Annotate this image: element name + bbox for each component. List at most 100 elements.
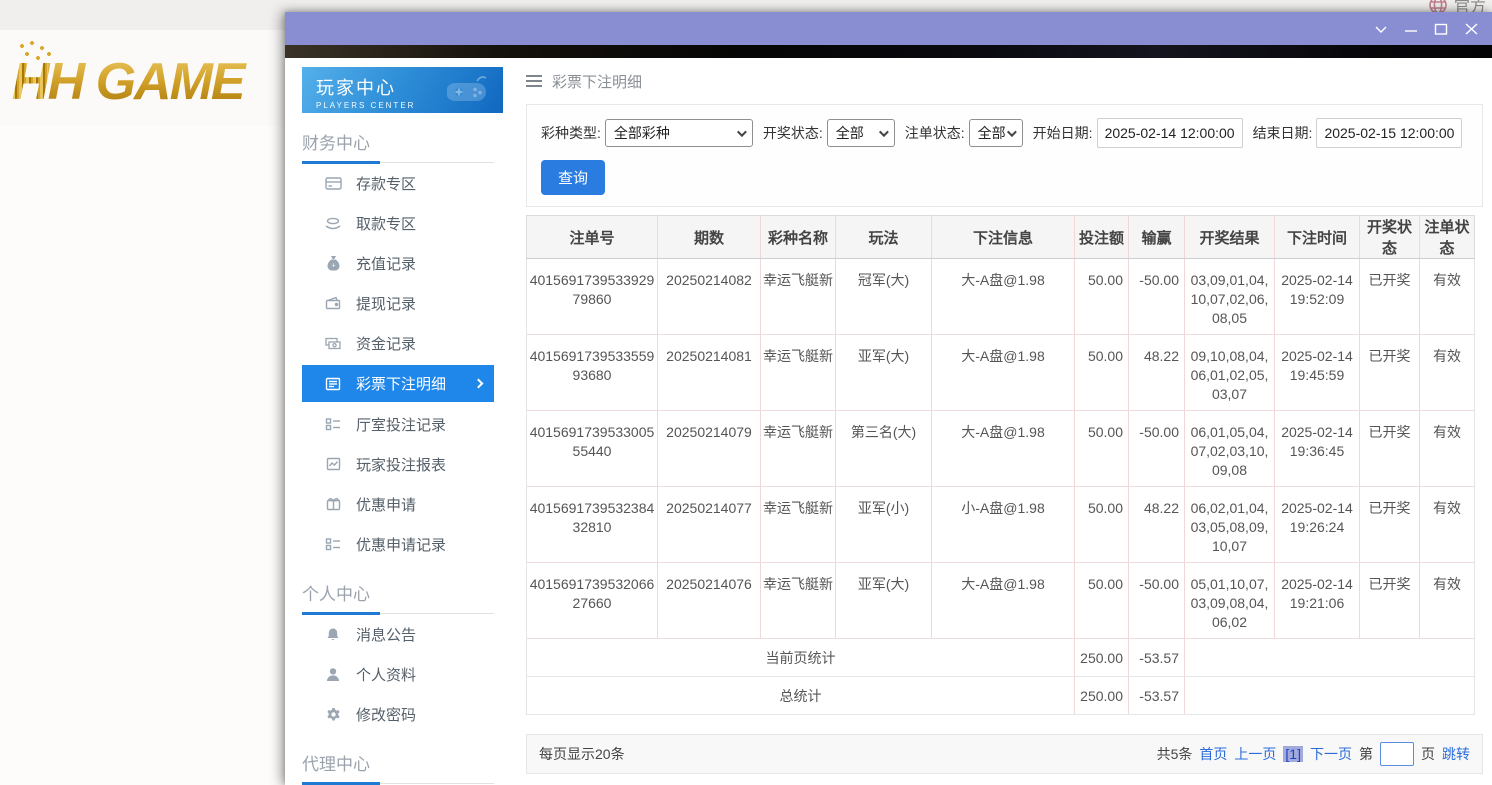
column-header: 开奖结果 [1185,216,1275,259]
start-date-input[interactable] [1097,118,1243,148]
sidebar-item-player-bet-report[interactable]: 玩家投注报表 [302,444,494,484]
summary-row-page: 当前页统计 250.00 -53.57 [527,639,1475,677]
page-jump-input[interactable] [1380,742,1414,766]
table-cell: 大-A盘@1.98 [932,259,1075,335]
table-cell: 大-A盘@1.98 [932,563,1075,639]
table-row: 40156917395339297986020250214082幸运飞艇新冠军(… [527,259,1475,335]
sidebar-item-label: 厅室投注记录 [356,414,446,435]
gear-icon [324,707,342,722]
sidebar-item-label: 修改密码 [356,704,416,725]
summary-bet-total: 250.00 [1075,639,1129,677]
summary-bet-total: 250.00 [1075,677,1129,715]
table-summary: 当前页统计 250.00 -53.57 总统计 250.00 -53.57 [527,639,1475,715]
page-size-text: 每页显示20条 [539,744,625,764]
column-header: 下注信息 [932,216,1075,259]
logo-sparkle-dots [16,40,56,66]
bet-detail-table: 注单号期数彩种名称玩法下注信息投注额输赢开奖结果下注时间开奖状态注单状态 401… [526,215,1475,715]
table-cell: 亚军(小) [836,487,932,563]
window-chevron-down-icon[interactable] [1366,16,1396,42]
sidebar-item-label: 玩家投注报表 [356,454,446,475]
first-page-link[interactable]: 首页 [1199,744,1227,764]
checklist-icon [324,537,342,551]
table-cell: 幸运飞艇新 [761,411,836,487]
sidebar-item-label: 彩票下注明细 [356,373,446,394]
section-label: 财务中心 [302,125,494,162]
sidebar-item-deposit[interactable]: 存款专区 [302,163,494,203]
table-cell: 401569173953392979860 [527,259,658,335]
table-cell: 已开奖 [1360,487,1420,563]
sidebar-item-withdrawal-record[interactable]: 提现记录 [302,283,494,323]
sidebar-item-promo-apply[interactable]: 优惠申请 [302,484,494,524]
table-cell: 03,09,01,04,10,07,02,06,08,05 [1185,259,1275,335]
table-cell: 2025-02-14 19:21:06 [1275,563,1360,639]
page-suffix-label: 页 [1421,744,1435,764]
column-header: 开奖状态 [1360,216,1420,259]
table-cell: 50.00 [1075,411,1129,487]
sidebar-item-label: 充值记录 [356,253,416,274]
sidebar-section-personal: 个人中心 [302,576,494,614]
sidebar-item-promo-apply-record[interactable]: 优惠申请记录 [302,524,494,564]
end-date-input[interactable] [1316,118,1462,148]
order-status-select[interactable]: 全部 [969,119,1023,147]
table-cell: 幸运飞艇新 [761,259,836,335]
hamburger-menu-icon[interactable] [526,75,542,87]
draw-status-select[interactable]: 全部 [827,119,895,147]
table-cell: -50.00 [1129,563,1185,639]
summary-win-loss: -53.57 [1129,677,1185,715]
column-header: 注单状态 [1420,216,1475,259]
table-cell: 2025-02-14 19:36:45 [1275,411,1360,487]
current-page-badge: [1] [1283,746,1303,762]
wallet-icon [324,296,342,311]
sidebar-section-agent: 代理中心 [302,746,494,784]
query-button[interactable]: 查询 [541,160,605,195]
desktop-left-panel: HH GAME [0,30,285,785]
window-minimize-icon[interactable] [1396,16,1426,42]
window-close-icon[interactable] [1456,16,1486,42]
table-cell: 有效 [1420,487,1475,563]
table-cell: 401569173953238432810 [527,487,658,563]
table-cell: 有效 [1420,563,1475,639]
sidebar-item-label: 存款专区 [356,173,416,194]
sidebar-item-change-password[interactable]: 修改密码 [302,694,494,734]
checklist-icon [324,417,342,431]
table-cell: 已开奖 [1360,563,1420,639]
table-cell: 20250214077 [658,487,761,563]
gift-ticket-icon [324,497,342,511]
window-maximize-icon[interactable] [1426,16,1456,42]
bet-detail-list-icon [324,377,342,391]
table-cell: 大-A盘@1.98 [932,335,1075,411]
prev-page-link[interactable]: 上一页 [1234,744,1276,764]
chevron-right-icon [474,379,484,389]
table-cell: 冠军(大) [836,259,932,335]
banner-strip [285,45,1492,58]
lottery-type-select[interactable]: 全部彩种 [605,119,753,147]
table-cell: 20250214076 [658,563,761,639]
column-header: 注单号 [527,216,658,259]
table-cell: 幸运飞艇新 [761,335,836,411]
sidebar-item-label: 优惠申请 [356,494,416,515]
next-page-link[interactable]: 下一页 [1310,744,1352,764]
chevron-down-icon [737,127,747,137]
sidebar-item-funds-record[interactable]: 资金记录 [302,323,494,363]
jump-link[interactable]: 跳转 [1442,744,1470,764]
gamepad-icon [447,73,493,112]
summary-label: 总统计 [527,677,1075,715]
sidebar-item-recharge-record[interactable]: + 充值记录 [302,243,494,283]
table-cell: 20250214079 [658,411,761,487]
summary-empty [1185,639,1475,677]
table-cell: -50.00 [1129,411,1185,487]
brand-logo: HH GAME [0,30,285,126]
svg-text:+: + [331,263,335,270]
column-header: 期数 [658,216,761,259]
table-cell: 401569173953355993680 [527,335,658,411]
withdraw-hand-icon [324,216,342,231]
sidebar-item-profile[interactable]: 个人资料 [302,654,494,694]
summary-win-loss: -53.57 [1129,639,1185,677]
sidebar-item-hall-bet-record[interactable]: 厅室投注记录 [302,404,494,444]
breadcrumb: 彩票下注明细 [526,58,1483,104]
sidebar-item-withdraw[interactable]: 取款专区 [302,203,494,243]
sidebar-item-lottery-bet-detail[interactable]: 彩票下注明细 [302,365,494,402]
app-window: 玩家中心 PLAYERS CENTER 财务中心 [285,12,1492,785]
sidebar-item-notices[interactable]: 消息公告 [302,614,494,654]
sidebar: 玩家中心 PLAYERS CENTER 财务中心 [285,58,510,785]
